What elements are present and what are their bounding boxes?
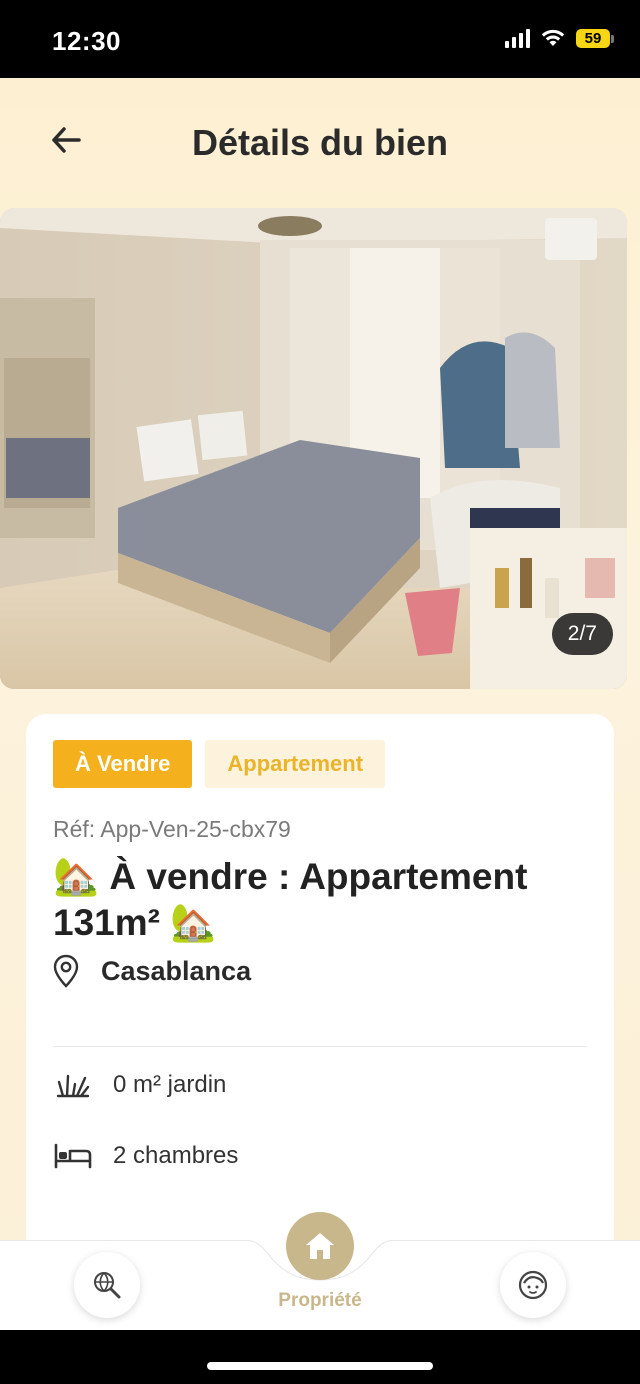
property-photo[interactable]: 2/7: [0, 208, 627, 689]
home-icon: [306, 1233, 334, 1259]
property-title: 🏡 À vendre : Appartement 131m² 🏡: [53, 856, 528, 943]
profile-face-icon: [518, 1270, 548, 1300]
location-text: Casablanca: [101, 955, 252, 986]
tag-property-type: Appartement: [205, 740, 386, 788]
header: Détails du bien: [0, 78, 640, 208]
wifi-icon: [541, 29, 565, 46]
garden-icon: [56, 1074, 90, 1098]
feature-garden: 0 m² jardin: [53, 1070, 226, 1100]
home-indicator[interactable]: [207, 1362, 433, 1370]
status-bar: 12:30 59: [0, 0, 640, 78]
property-tags: À Vendre Appartement: [53, 740, 386, 788]
bedroom-photo-image: [0, 208, 627, 689]
tag-for-sale: À Vendre: [53, 740, 193, 788]
nav-property-button[interactable]: [286, 1212, 354, 1280]
feature-garden-text: 0 m² jardin: [113, 1071, 227, 1098]
status-icons: 59: [505, 28, 614, 48]
app-screen: Détails du bien 2/7 À Vendre Appartement…: [0, 78, 640, 1330]
divider: [53, 1046, 587, 1047]
status-time: 12:30: [52, 26, 121, 56]
bottom-navigation: Propriété: [0, 1212, 640, 1330]
feature-bedrooms: 2 chambres: [53, 1142, 238, 1170]
nav-profile-button[interactable]: [500, 1252, 566, 1318]
home-indicator-area: [0, 1330, 640, 1384]
bed-icon: [54, 1143, 92, 1169]
battery-indicator: 59: [576, 28, 614, 48]
cellular-signal-icon: [505, 28, 530, 48]
page-title: Détails du bien: [191, 122, 449, 163]
map-pin-icon: [53, 954, 79, 988]
feature-bedrooms-text: 2 chambres: [113, 1142, 239, 1169]
property-location: Casablanca: [53, 954, 251, 988]
property-reference: Réf: App-Ven-25-cbx79: [53, 816, 291, 842]
photo-counter: 2/7: [551, 613, 613, 655]
